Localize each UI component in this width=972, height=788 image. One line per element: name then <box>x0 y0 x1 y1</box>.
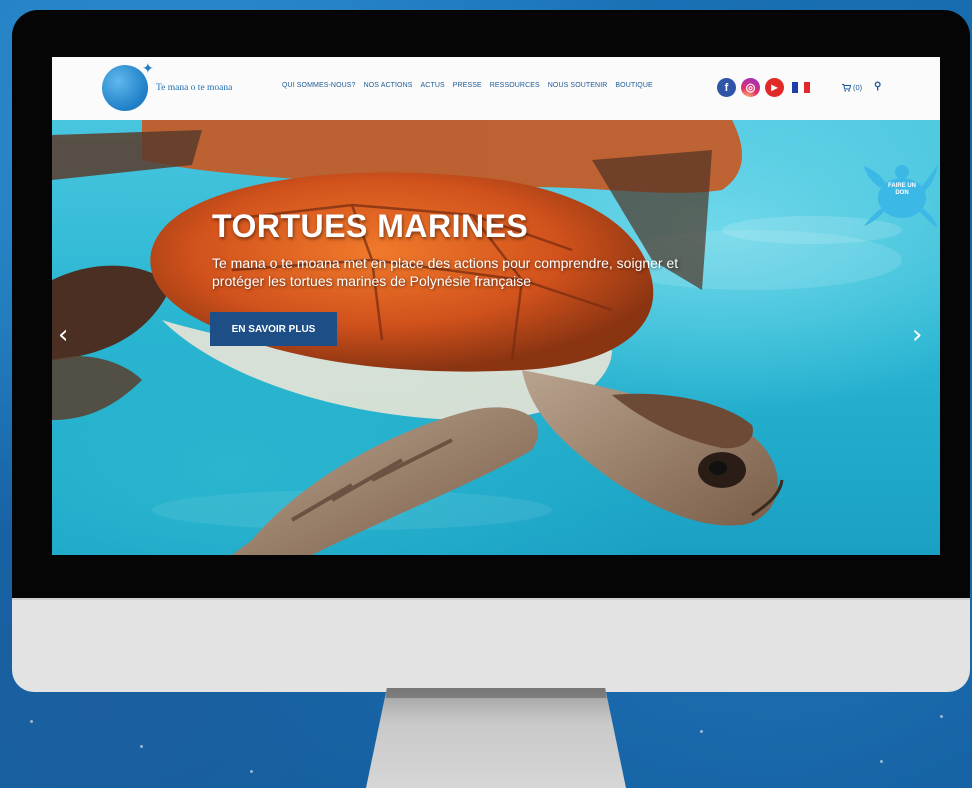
bg-speck <box>250 770 253 773</box>
slider-prev-arrow-icon[interactable]: ‹ <box>58 320 68 350</box>
menu-item-actus[interactable]: ACTUS <box>421 82 445 89</box>
site-logo[interactable]: ✦ Te mana o te moana <box>102 60 262 114</box>
social-links: f ◎ ▶ <box>717 78 810 97</box>
search-icon[interactable]: ⚲ <box>874 81 881 92</box>
star-icon: ✦ <box>142 60 154 76</box>
learn-more-button[interactable]: EN SAVOIR PLUS <box>210 312 337 346</box>
monitor-stand <box>366 688 626 788</box>
donate-label: FAIRE UN DON <box>887 183 916 196</box>
menu-item-ressources[interactable]: RESSOURCES <box>490 82 540 89</box>
menu-item-qui-sommes-nous[interactable]: QUI SOMMES-NOUS? <box>282 82 356 89</box>
instagram-icon[interactable]: ◎ <box>741 78 760 97</box>
monitor-stand-shadow <box>385 688 607 698</box>
youtube-icon[interactable]: ▶ <box>765 78 784 97</box>
french-flag-icon[interactable] <box>792 82 810 93</box>
bg-speck <box>940 715 943 718</box>
bg-speck <box>30 720 33 723</box>
bg-speck <box>140 745 143 748</box>
logo-text: Te mana o te moana <box>156 83 233 93</box>
monitor-chin <box>12 598 970 692</box>
hero-title: TORTUES MARINES <box>212 208 529 244</box>
menu-item-nos-actions[interactable]: NOS ACTIONS <box>364 82 413 89</box>
cart-icon <box>842 83 851 92</box>
facebook-icon[interactable]: f <box>717 78 736 97</box>
site-navbar: ✦ Te mana o te moana QUI SOMMES-NOUS? NO… <box>52 57 940 120</box>
hero-slider: TORTUES MARINES Te mana o te moana met e… <box>52 120 940 555</box>
website-screen: ✦ Te mana o te moana QUI SOMMES-NOUS? NO… <box>52 57 940 555</box>
bg-speck <box>700 730 703 733</box>
cart-link[interactable]: (0) <box>842 83 862 92</box>
main-menu: QUI SOMMES-NOUS? NOS ACTIONS ACTUS PRESS… <box>282 82 653 89</box>
cart-count: (0) <box>853 83 863 92</box>
menu-item-presse[interactable]: PRESSE <box>453 82 482 89</box>
hero-subtitle: Te mana o te moana met en place des acti… <box>212 255 679 289</box>
donate-button[interactable]: FAIRE UN DON <box>862 160 940 232</box>
bg-speck <box>880 760 883 763</box>
slider-next-arrow-icon[interactable]: › <box>912 320 922 350</box>
menu-item-nous-soutenir[interactable]: NOUS SOUTENIR <box>548 82 608 89</box>
menu-item-boutique[interactable]: BOUTIQUE <box>615 82 652 89</box>
sea-turtle-image <box>52 120 902 555</box>
